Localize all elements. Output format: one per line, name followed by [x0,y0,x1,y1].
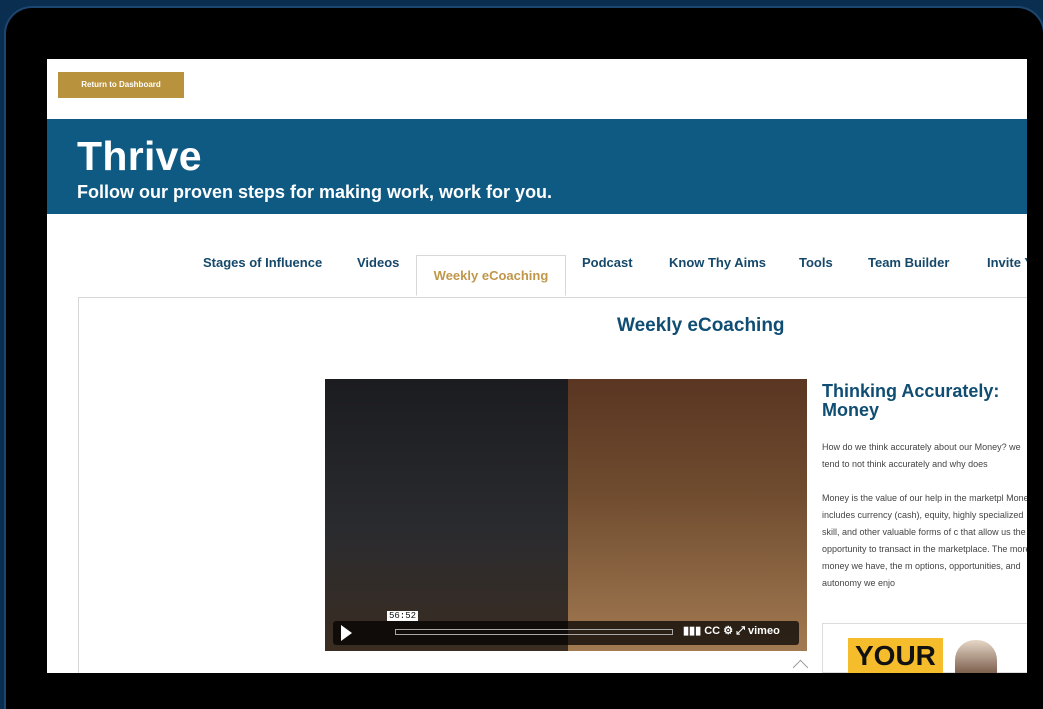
app-screen: Return to Dashboard Thrive Follow our pr… [47,59,1027,673]
tab-tools[interactable]: Tools [799,255,833,297]
return-to-dashboard-button[interactable]: Return to Dashboard [58,72,184,98]
promo-card[interactable]: YOUR [822,623,1027,673]
device-frame: Return to Dashboard Thrive Follow our pr… [6,8,1043,709]
page-subtitle: Follow our proven steps for making work,… [77,182,553,202]
tab-weekly-ecoaching[interactable]: Weekly eCoaching [416,255,566,296]
tab-stages-of-influence[interactable]: Stages of Influence [203,255,322,297]
tab-videos[interactable]: Videos [357,255,399,297]
article-body: How do we think accurately about our Mon… [822,439,1027,609]
hero-banner: Thrive Follow our proven steps for makin… [47,119,1027,214]
article-title: Thinking Accurately: Money [822,381,1000,420]
play-icon[interactable] [341,625,352,641]
page-title: Thrive [77,133,202,179]
panel-title: Weekly eCoaching [617,315,785,336]
tab-podcast[interactable]: Podcast [582,255,633,297]
video-progress-bar[interactable] [395,629,673,635]
vimeo-logo: vimeo [748,625,780,637]
tab-bar: Stages of Influence Videos Weekly eCoach… [47,255,1027,297]
video-meta: ▮▮▮ CC ⚙ ⤢ vimeo [683,624,780,638]
signal-icon: ▮▮▮ [683,625,702,637]
tab-invite[interactable]: Invite Y [987,255,1027,297]
promo-label: YOUR [848,638,943,673]
closed-captions-icon[interactable]: CC [704,625,720,637]
video-right-scene [568,379,807,651]
time-label: 56:52 [387,611,419,621]
fullscreen-icon[interactable]: ⤢ [736,625,745,637]
article-paragraph-2: Money is the value of our help in the ma… [822,493,1027,588]
video-controls: 56:52 ▮▮▮ CC ⚙ ⤢ vimeo [333,611,799,645]
tab-team-builder[interactable]: Team Builder [868,255,949,297]
video-player[interactable]: 56:52 ▮▮▮ CC ⚙ ⤢ vimeo [325,379,807,651]
article-paragraph-1: How do we think accurately about our Mon… [822,442,1021,469]
promo-avatar [955,640,997,673]
gear-icon[interactable]: ⚙ [723,625,733,637]
tab-know-thy-aims[interactable]: Know Thy Aims [669,255,766,297]
video-left-scene [325,379,568,651]
